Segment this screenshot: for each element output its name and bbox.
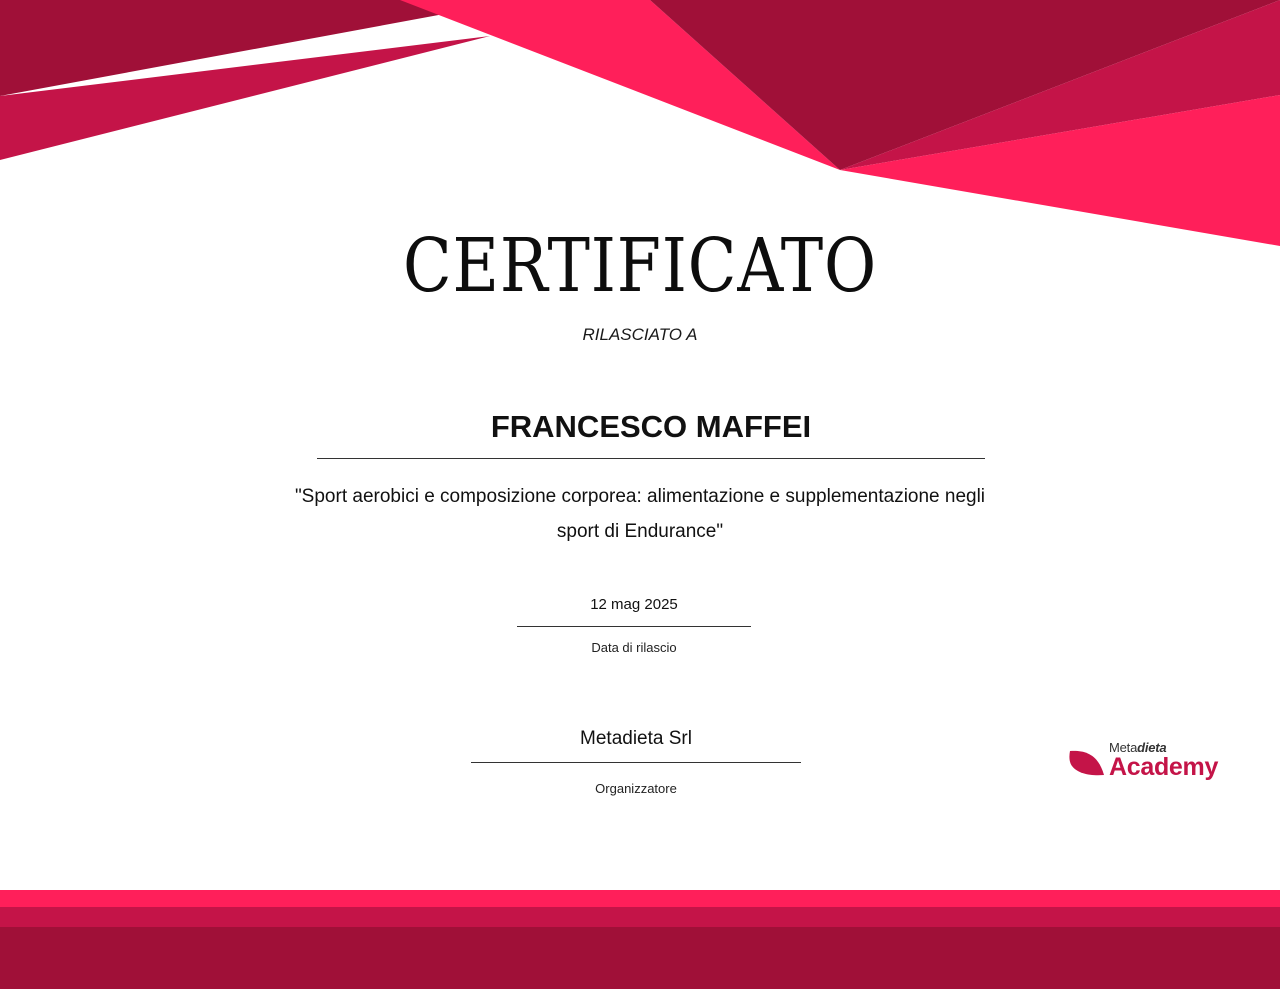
bottom-band-pink: [0, 890, 1280, 907]
issue-date-underline: [517, 626, 751, 627]
top-decorative-graphic: [0, 0, 1280, 246]
logo-academy-text: Academy: [1109, 753, 1219, 781]
recipient-name: FRANCESCO MAFFEI: [490, 409, 812, 444]
course-title: "Sport aerobici e composizione corporea:…: [290, 479, 990, 549]
organizer-label: Organizzatore: [595, 781, 677, 796]
metadieta-academy-logo: Metadieta Academy: [1068, 740, 1238, 784]
organizer-name: Metadieta Srl: [580, 728, 692, 749]
certificate-page: CERTIFICATO RILASCIATO A FRANCESCO MAFFE…: [0, 0, 1280, 989]
course-title-line-1: "Sport aerobici e composizione corporea:…: [294, 486, 986, 507]
course-title-line-2: sport di Endurance": [556, 521, 724, 542]
organizer-underline: [471, 762, 801, 763]
leaf-icon: [1069, 750, 1104, 776]
certificate-title: CERTIFICATO: [402, 223, 878, 309]
issue-date: 12 mag 2025: [590, 596, 678, 613]
recipient-underline: [317, 458, 985, 459]
issued-to-label: RILASCIATO A: [582, 325, 698, 344]
issue-date-label: Data di rilascio: [591, 640, 677, 655]
bottom-band-dark: [0, 927, 1280, 989]
bottom-band-crimson: [0, 907, 1280, 927]
